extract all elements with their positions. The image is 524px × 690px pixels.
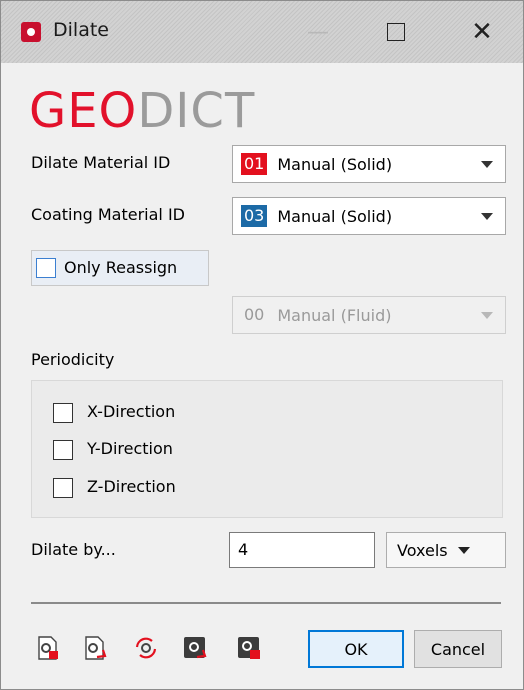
y-direction-checkbox[interactable]: [53, 440, 73, 460]
coating-material-select[interactable]: 03 Manual (Solid): [232, 197, 506, 235]
logo-part-dict: DICT: [137, 83, 256, 139]
chevron-down-icon: [457, 546, 470, 554]
periodicity-label: Periodicity: [31, 350, 115, 369]
chevron-down-icon: [481, 311, 493, 319]
maximize-icon: [387, 23, 405, 41]
logo-part-geo: GEO: [29, 83, 138, 139]
y-direction-label: Y-Direction: [87, 439, 173, 458]
reassign-material-value: Manual (Fluid): [277, 305, 392, 325]
only-reassign-label: Only Reassign: [64, 258, 178, 277]
title-bar[interactable]: Dilate — ✕: [1, 1, 523, 63]
geodict-app-icon: [21, 22, 41, 42]
load-settings-icon[interactable]: [82, 635, 108, 661]
maximize-button[interactable]: [361, 1, 431, 63]
periodicity-group: X-Direction Y-Direction Z-Direction: [31, 380, 503, 518]
dilate-by-input[interactable]: 4: [229, 532, 375, 568]
x-direction-checkbox[interactable]: [53, 403, 73, 423]
window-title: Dilate: [53, 19, 109, 41]
z-direction-checkbox[interactable]: [53, 478, 73, 498]
macro-save-icon[interactable]: [236, 635, 262, 661]
save-settings-icon[interactable]: [35, 635, 61, 661]
unit-select[interactable]: Voxels: [386, 532, 506, 568]
material-id-badge: 03: [241, 205, 268, 227]
geodict-logo: GEODICT: [29, 83, 255, 139]
only-reassign-checkbox[interactable]: [36, 258, 56, 278]
material-id-badge: 00: [244, 305, 265, 324]
chevron-down-icon: [481, 212, 493, 220]
cancel-button[interactable]: Cancel: [414, 630, 502, 668]
macro-record-icon[interactable]: [182, 635, 208, 661]
reset-settings-icon[interactable]: [133, 635, 159, 661]
separator: [31, 602, 501, 604]
coating-material-value: Manual (Solid): [277, 206, 393, 226]
only-reassign-option[interactable]: Only Reassign: [31, 250, 209, 286]
dilate-material-label: Dilate Material ID: [31, 153, 171, 172]
coating-material-label: Coating Material ID: [31, 205, 185, 224]
ok-button[interactable]: OK: [308, 630, 404, 668]
minimize-button[interactable]: —: [283, 1, 353, 63]
dilate-material-value: Manual (Solid): [277, 154, 393, 174]
x-direction-label: X-Direction: [87, 402, 176, 421]
unit-value: Voxels: [397, 540, 448, 560]
dilate-material-select[interactable]: 01 Manual (Solid): [232, 145, 506, 183]
reassign-material-select[interactable]: 00 Manual (Fluid): [232, 296, 506, 334]
chevron-down-icon: [481, 160, 493, 168]
dilate-dialog: Dilate — ✕ GEODICT Dilate Material ID 01…: [0, 0, 524, 690]
minimize-icon: —: [307, 19, 329, 45]
z-direction-label: Z-Direction: [87, 477, 176, 496]
material-id-badge: 01: [241, 153, 268, 175]
close-button[interactable]: ✕: [447, 1, 517, 63]
close-icon: ✕: [471, 17, 493, 47]
dilate-by-label: Dilate by...: [31, 540, 116, 559]
